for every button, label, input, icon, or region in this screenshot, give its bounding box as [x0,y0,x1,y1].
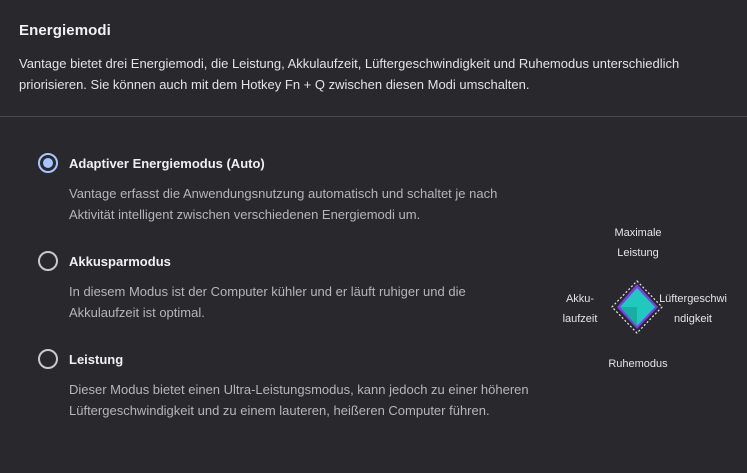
diagram-label-battery-life: Akku- laufzeit [562,293,598,325]
mode-option-auto[interactable]: Adaptiver Energiemodus (Auto) Vantage er… [38,152,538,225]
divider [0,116,747,117]
radio-performance[interactable] [38,349,58,369]
energy-modes-panel: Energiemodi Vantage bietet drei Energiem… [0,0,747,473]
radio-battery-saver[interactable] [38,251,58,271]
radio-dot [43,158,53,168]
mode-description-performance: Dieser Modus bietet einen Ultra-Leistung… [69,382,529,418]
mode-description-auto: Vantage erfasst die Anwendungsnutzung au… [69,186,498,222]
diagram-label-max-performance: Maximale Leistung [614,227,662,259]
mode-label-performance[interactable]: Leistung [69,352,123,367]
mode-label-auto[interactable]: Adaptiver Energiemodus (Auto) [69,156,265,171]
section-title: Energiemodi [19,22,111,39]
mode-option-performance[interactable]: Leistung Dieser Modus bietet einen Ultra… [38,348,538,421]
diagram-label-quiet-mode: Ruhemodus [608,358,668,370]
diamond-balance-icon [611,280,663,334]
radio-auto[interactable] [38,153,58,173]
mode-description-battery-saver: In diesem Modus ist der Computer kühler … [69,284,466,320]
mode-label-battery-saver[interactable]: Akkusparmodus [69,254,171,269]
section-description: Vantage bietet drei Energiemodi, die Lei… [19,56,680,92]
mode-option-battery-saver[interactable]: Akkusparmodus In diesem Modus ist der Co… [38,250,538,323]
diagram-label-fan-speed: Lüftergeschwi ndigkeit [659,293,727,325]
energy-balance-diagram: Maximale Leistung Akku- laufzeit Lüfterg… [550,220,747,380]
